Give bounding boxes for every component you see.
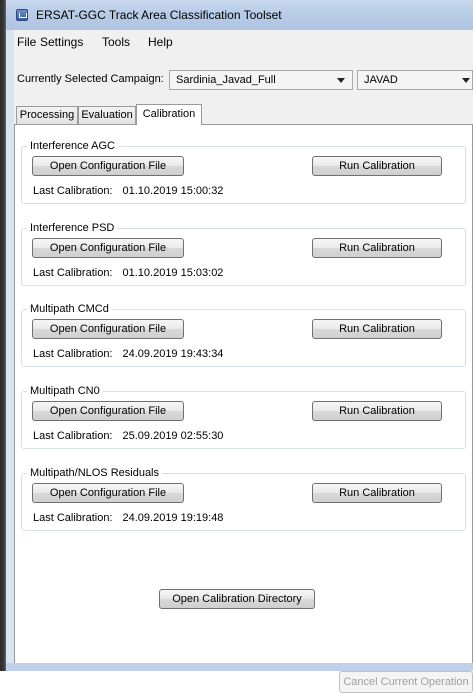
calibration-panel: Interference AGC Open Configuration File… (14, 124, 473, 664)
last-calibration-value: 01.10.2019 15:03:02 (122, 267, 224, 279)
open-config-button[interactable]: Open Configuration File (32, 156, 184, 176)
open-config-button[interactable]: Open Configuration File (32, 401, 184, 421)
tab-processing[interactable]: Processing (16, 106, 78, 124)
run-calibration-button[interactable]: Run Calibration (312, 319, 442, 339)
group-multipath-nlos-residuals: Multipath/NLOS Residuals Open Configurat… (21, 467, 466, 532)
open-config-button[interactable]: Open Configuration File (32, 483, 184, 503)
receiver-select[interactable]: JAVAD (357, 70, 473, 90)
open-calibration-directory-button[interactable]: Open Calibration Directory (159, 589, 315, 609)
group-interference-agc: Interference AGC Open Configuration File… (21, 140, 466, 205)
group-title: Interference PSD (27, 222, 118, 234)
group-interference-psd: Interference PSD Open Configuration File… (21, 222, 466, 287)
last-calibration-value: 24.09.2019 19:43:34 (122, 348, 224, 360)
last-calibration: Last Calibration: 24.09.2019 19:43:34 (33, 348, 223, 360)
run-calibration-button[interactable]: Run Calibration (312, 483, 442, 503)
run-calibration-button[interactable]: Run Calibration (312, 238, 442, 258)
tab-calibration[interactable]: Calibration (136, 104, 202, 125)
last-calibration-value: 24.09.2019 19:19:48 (122, 512, 224, 524)
menu-bar: File Settings Tools Help (14, 32, 473, 52)
last-calibration-value: 01.10.2019 15:00:32 (122, 185, 224, 197)
open-config-button[interactable]: Open Configuration File (32, 238, 184, 258)
tab-evaluation[interactable]: Evaluation (78, 106, 136, 124)
group-title: Multipath CN0 (27, 385, 103, 397)
last-calibration: Last Calibration: 24.09.2019 19:19:48 (33, 512, 223, 524)
receiver-select-value: JAVAD (364, 74, 398, 86)
menu-help[interactable]: Help (148, 35, 173, 49)
client-area: File Settings Tools Help Currently Selec… (14, 30, 473, 693)
cancel-operation-button[interactable]: Cancel Current Operation (339, 671, 473, 693)
last-calibration-label: Last Calibration: (33, 348, 113, 360)
last-calibration: Last Calibration: 01.10.2019 15:03:02 (33, 267, 223, 279)
last-calibration: Last Calibration: 01.10.2019 15:00:32 (33, 185, 223, 197)
group-title: Multipath CMCd (27, 303, 112, 315)
window-bottom-border (6, 663, 473, 671)
last-calibration-label: Last Calibration: (33, 430, 113, 442)
window-title: ERSAT-GGC Track Area Classification Tool… (36, 8, 282, 22)
menu-settings[interactable]: Settings (40, 35, 83, 49)
menu-file[interactable]: File (17, 35, 36, 49)
run-calibration-button[interactable]: Run Calibration (312, 401, 442, 421)
tab-strip: Processing Evaluation Calibration (14, 104, 473, 125)
title-bar[interactable]: ERSAT-GGC Track Area Classification Tool… (6, 0, 473, 30)
last-calibration: Last Calibration: 25.09.2019 02:55:30 (33, 430, 223, 442)
menu-tools[interactable]: Tools (102, 35, 130, 49)
group-title: Interference AGC (27, 140, 118, 152)
run-calibration-button[interactable]: Run Calibration (312, 156, 442, 176)
campaign-row: Currently Selected Campaign: Sardinia_Ja… (14, 66, 473, 90)
open-config-button[interactable]: Open Configuration File (32, 319, 184, 339)
campaign-label: Currently Selected Campaign: (17, 73, 164, 85)
last-calibration-value: 25.09.2019 02:55:30 (122, 430, 224, 442)
group-multipath-cn0: Multipath CN0 Open Configuration File Ru… (21, 385, 466, 450)
campaign-select-value: Sardinia_Javad_Full (176, 74, 276, 86)
chevron-down-icon (337, 78, 345, 83)
app-window-icon (16, 9, 28, 21)
group-title: Multipath/NLOS Residuals (27, 467, 163, 479)
last-calibration-label: Last Calibration: (33, 267, 113, 279)
chevron-down-icon (462, 78, 470, 83)
last-calibration-label: Last Calibration: (33, 185, 113, 197)
group-multipath-cmcd: Multipath CMCd Open Configuration File R… (21, 303, 466, 368)
campaign-select[interactable]: Sardinia_Javad_Full (169, 70, 353, 90)
last-calibration-label: Last Calibration: (33, 512, 113, 524)
app-window: ERSAT-GGC Track Area Classification Tool… (6, 0, 473, 693)
